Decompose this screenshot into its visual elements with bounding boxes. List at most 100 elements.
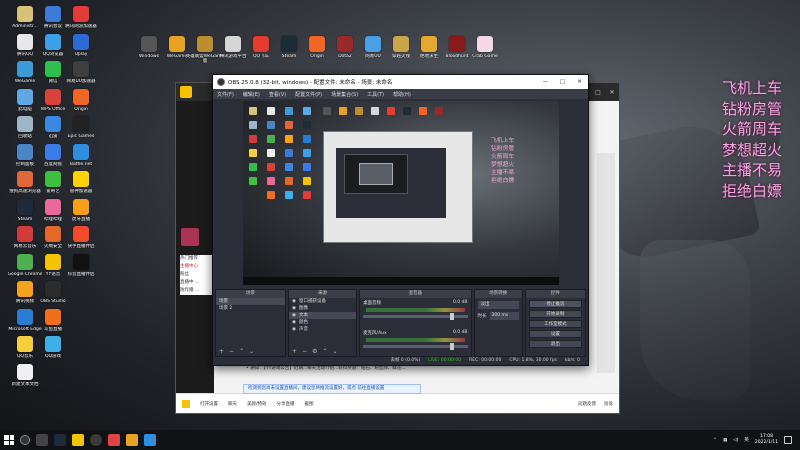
preview-mini-icon [249, 163, 257, 171]
chevron-up-icon[interactable]: ⌃ [713, 438, 717, 443]
desktop-icon[interactable]: 快手直播伴侣 [60, 226, 102, 249]
desktop-icon[interactable]: 斗鱼直播 [32, 308, 74, 332]
settings-button[interactable]: 设置 [528, 330, 582, 338]
obs-preview[interactable]: 飞机上车 钻粉房管 火箭周车 梦想超火 主播不易 拒绝白嫖 [243, 101, 559, 285]
feedback-link[interactable]: 问题反馈 [578, 401, 596, 407]
desktop-icon[interactable]: 网易UU加速器 [60, 61, 102, 84]
eye-icon[interactable]: ◉ [292, 305, 296, 312]
desktop-icon[interactable]: Battle.net [60, 143, 102, 167]
chevron-up-icon[interactable]: ⌃ [322, 348, 327, 355]
obs-taskbar-icon[interactable] [90, 434, 102, 446]
desktop-icon[interactable]: 腾讯网游加速器 [60, 6, 102, 29]
exit-button[interactable]: 退出 [528, 340, 582, 348]
menu-help[interactable]: 帮助(H) [393, 91, 411, 98]
toolbar-item[interactable]: 美颜/特效 [247, 401, 267, 407]
desktop-icon[interactable]: Origin [60, 88, 102, 112]
eye-icon[interactable]: ◉ [292, 326, 296, 333]
add-icon[interactable]: + [219, 348, 224, 355]
input-language[interactable]: 英 [744, 437, 749, 443]
steam-taskbar-icon[interactable] [54, 434, 66, 446]
app-taskbar-icon[interactable] [144, 434, 156, 446]
menu-tools[interactable]: 工具(T) [367, 91, 384, 98]
menu-profile[interactable]: 配置文件(P) [295, 91, 322, 98]
gear-icon[interactable]: ⚙ [312, 348, 317, 355]
add-icon[interactable]: + [292, 348, 297, 355]
search-icon[interactable] [20, 435, 30, 445]
task-view-icon[interactable] [36, 434, 48, 446]
desktop-icon[interactable]: Crab Game [464, 36, 506, 59]
source-item[interactable]: ◉ 图像 [289, 305, 356, 312]
desktop-icon[interactable]: 虎牙直播 [60, 198, 102, 222]
desktop-icon[interactable]: Epic Games [60, 116, 102, 139]
app-icon [73, 88, 89, 105]
chevron-down-icon[interactable]: ⌄ [333, 348, 338, 355]
dock-title: 控件 [525, 290, 585, 298]
source-item[interactable]: ◉ 颜色 [289, 319, 356, 326]
notification-icon[interactable] [784, 436, 792, 444]
maximize-button[interactable]: □ [591, 89, 605, 96]
menu-view[interactable]: 查看(V) [269, 91, 286, 98]
desktop-icon[interactable]: Uplay [60, 33, 102, 57]
source-item[interactable]: ◉ 窗口捕获设备 [289, 298, 356, 305]
windows-start-icon[interactable] [4, 435, 14, 445]
desktop-icon[interactable]: 抖音直播伴侣 [60, 253, 102, 277]
preview-nested-obs [336, 148, 446, 218]
preview-taskbar [243, 277, 559, 285]
preview-nested-preview [344, 154, 408, 194]
app-icon [45, 61, 61, 77]
menu-file[interactable]: 文件(F) [217, 91, 234, 98]
source-item[interactable]: ◉ 声音 [289, 326, 356, 333]
volume-icon[interactable]: ◁) [733, 438, 738, 443]
desktop-icon-label: OBS Studio [40, 299, 66, 304]
complain-link[interactable]: 投诉 [604, 401, 613, 407]
desktop-icon[interactable]: 新建文本文档 [4, 363, 46, 387]
toolbar-item[interactable]: 聊天 [228, 401, 237, 407]
menu-scene-collection[interactable]: 场景集合(S) [331, 91, 358, 98]
clock[interactable]: 17:08 2022/1/11 [755, 434, 778, 446]
source-item[interactable]: ◉ 文本 [289, 312, 357, 319]
app-icon [17, 308, 33, 325]
remove-icon[interactable]: − [229, 348, 234, 355]
desktop-icon-label: QQ音乐 [16, 354, 34, 359]
app-taskbar-icon[interactable] [126, 434, 138, 446]
transition-select[interactable]: 淡出 [477, 301, 519, 309]
desktop-icon[interactable]: OBS Studio [32, 281, 74, 304]
preview-mini-icon [303, 149, 311, 157]
toolbar-item[interactable]: 截图 [305, 401, 314, 407]
toolbar-item[interactable]: 打开设置 [200, 401, 218, 407]
yy-taskbar-icon[interactable] [72, 434, 84, 446]
remove-icon[interactable]: − [302, 348, 307, 355]
toolbar-icon[interactable] [182, 399, 190, 408]
avatar[interactable] [181, 228, 199, 246]
toolbar-item[interactable]: 分享直播 [277, 401, 295, 407]
stop-streaming-button[interactable]: 停止推流 [528, 300, 582, 308]
start-recording-button[interactable]: 开始录制 [528, 310, 582, 318]
volume-slider[interactable] [363, 313, 468, 320]
preview-mini-icon [285, 135, 293, 143]
network-icon[interactable]: ▦ [723, 438, 727, 443]
app-taskbar-icon[interactable] [108, 434, 120, 446]
duration-input[interactable]: 300 ms [489, 312, 519, 320]
desktop-icon-label: 腾讯网游加速器 [65, 24, 97, 29]
app-icon [17, 226, 33, 242]
eye-icon[interactable]: ◉ [292, 298, 296, 305]
eye-icon[interactable]: ◉ [292, 319, 296, 326]
chevron-down-icon[interactable]: ⌄ [249, 348, 254, 355]
maximize-button[interactable]: □ [554, 79, 571, 85]
close-button[interactable]: ✕ [605, 89, 619, 96]
setup-notice-banner[interactable]: 检测到您尚未设置直播间，建议您将推流设置好，或点 前往直播设置 [243, 384, 421, 394]
scene-item[interactable]: 场景 2 [216, 305, 285, 312]
menu-edit[interactable]: 编辑(E) [243, 91, 260, 98]
minimize-button[interactable]: — [537, 79, 554, 85]
studio-mode-button[interactable]: 工作室模式 [528, 320, 582, 328]
scene-item[interactable]: 场景 [216, 298, 286, 305]
app-icon [421, 36, 437, 52]
desktop-icon[interactable]: QQ游戏 [32, 336, 74, 359]
chevron-up-icon[interactable]: ⌃ [239, 348, 244, 355]
obs-window[interactable]: OBS 25.0.8 (32-bit, windows) - 配置文件: 未命名… [212, 74, 589, 366]
preview-recursive-core [359, 163, 393, 185]
volume-slider[interactable] [363, 343, 468, 350]
desktop-icon[interactable]: 雷神加速器 [60, 171, 102, 194]
close-button[interactable]: ✕ [571, 79, 588, 85]
eye-icon[interactable]: ◉ [292, 312, 296, 319]
